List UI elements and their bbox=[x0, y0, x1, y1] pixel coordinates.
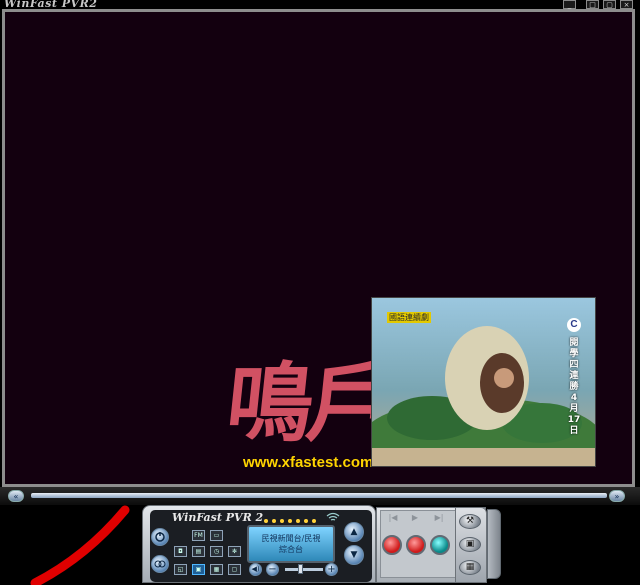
lock-icon: ▣ bbox=[465, 539, 475, 549]
picture-in-picture[interactable]: 國語連續劇 C 閱學四連勝4月17日 bbox=[371, 297, 596, 467]
watermark-url: www.xfastest.com bbox=[243, 454, 374, 471]
pip-icon: ◱ bbox=[177, 566, 184, 573]
multi-view-button[interactable]: ▦ bbox=[210, 564, 223, 575]
settings-button[interactable]: ✻ bbox=[228, 546, 241, 557]
link-icon bbox=[154, 560, 166, 568]
seek-forward-button[interactable]: » bbox=[609, 490, 625, 502]
timeshift-button[interactable] bbox=[406, 535, 426, 555]
record-button[interactable] bbox=[382, 535, 402, 555]
channel-name: 民視新聞台/民視 bbox=[261, 534, 321, 543]
volume-slider-track[interactable] bbox=[285, 568, 323, 571]
fm-button[interactable]: FM bbox=[192, 530, 205, 541]
watermark-characters: 鳴戶 bbox=[221, 353, 393, 454]
channel-up-button[interactable]: ▲ bbox=[344, 522, 364, 542]
minimize-button[interactable]: _ bbox=[563, 0, 576, 9]
fullscreen-icon: ▢ bbox=[231, 566, 238, 573]
seek-back-button[interactable]: « bbox=[8, 490, 24, 502]
play-button[interactable]: ▶ bbox=[406, 512, 424, 524]
rewind-button[interactable]: |◀ bbox=[384, 512, 402, 524]
signal-led bbox=[272, 519, 276, 523]
wrench-icon: ⚒ bbox=[465, 516, 475, 526]
schedule-button[interactable]: ◷ bbox=[210, 546, 223, 557]
volume-up-button[interactable]: + bbox=[325, 563, 338, 576]
signal-led bbox=[304, 519, 308, 523]
monitor-icon: ▣ bbox=[195, 566, 202, 573]
signal-led bbox=[280, 519, 284, 523]
pip-caption: 國語連續劇 bbox=[387, 312, 431, 323]
close-button[interactable]: × bbox=[620, 0, 633, 9]
signal-led bbox=[296, 519, 300, 523]
power-icon bbox=[155, 532, 165, 542]
fullscreen-button[interactable]: ▢ bbox=[228, 564, 241, 575]
mute-button[interactable]: ◀) bbox=[249, 563, 262, 576]
pip-vertical-text: 閱學四連勝4月17日 bbox=[567, 338, 581, 436]
power-button[interactable] bbox=[151, 528, 169, 546]
channel-subname: 綜合台 bbox=[279, 545, 303, 554]
channel-display: 民視新聞台/民視 綜合台 bbox=[247, 525, 335, 563]
signal-led bbox=[264, 519, 268, 523]
channel-logo-icon: C bbox=[567, 318, 581, 332]
next-button[interactable]: ▶| bbox=[430, 512, 448, 524]
camera-icon: ◘ bbox=[178, 548, 183, 555]
tv-mode-button[interactable]: ▭ bbox=[210, 530, 223, 541]
grid-icon: ▦ bbox=[213, 566, 220, 573]
stop-button[interactable] bbox=[430, 535, 450, 555]
signal-led bbox=[288, 519, 292, 523]
pip-toggle-button[interactable]: ◱ bbox=[174, 564, 187, 575]
wifi-icon bbox=[326, 512, 340, 525]
film-icon: ▤ bbox=[195, 548, 202, 555]
panel-brand: WinFast PVR 2 bbox=[172, 511, 264, 524]
restore-button[interactable]: □ bbox=[586, 0, 599, 9]
gear-icon: ✻ bbox=[231, 548, 238, 555]
lock-button[interactable]: ▣ bbox=[459, 537, 481, 552]
signal-led bbox=[312, 519, 316, 523]
seek-track[interactable] bbox=[31, 493, 607, 498]
source-button[interactable] bbox=[151, 555, 169, 573]
preview-button[interactable]: ▣ bbox=[192, 564, 205, 575]
tv-icon: ▭ bbox=[213, 532, 220, 539]
clock-icon: ◷ bbox=[213, 548, 220, 555]
maximize-button[interactable]: ▢ bbox=[603, 0, 616, 9]
keypad-icon: ▦ bbox=[465, 562, 475, 572]
volume-down-button[interactable]: − bbox=[266, 563, 279, 576]
pip-scene bbox=[372, 326, 595, 466]
keypad-button[interactable]: ▦ bbox=[459, 560, 481, 575]
channel-down-button[interactable]: ▼ bbox=[344, 545, 364, 565]
tools-button[interactable]: ⚒ bbox=[459, 514, 481, 529]
record-mode-button[interactable]: ▤ bbox=[192, 546, 205, 557]
snapshot-button[interactable]: ◘ bbox=[174, 546, 187, 557]
volume-slider-knob[interactable] bbox=[298, 564, 303, 574]
panel-end-cap bbox=[487, 509, 501, 579]
decorative-red-stroke bbox=[30, 505, 130, 585]
